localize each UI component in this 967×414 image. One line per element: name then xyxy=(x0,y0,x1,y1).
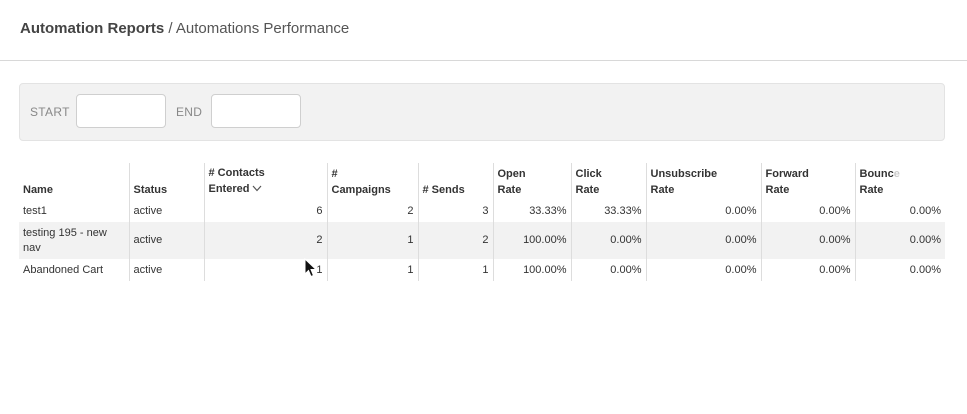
cell-status: active xyxy=(128,259,204,281)
table-header-row: Name Status # Contacts Entered # Campaigns… xyxy=(19,163,945,201)
cell-contacts-entered: 2 xyxy=(203,222,327,259)
cell-open-rate: 33.33% xyxy=(492,201,571,222)
cell-click-rate: 0.00% xyxy=(570,259,646,281)
cell-bounce-rate: 0.00% xyxy=(854,201,945,222)
cell-click-rate: 0.00% xyxy=(570,222,646,259)
cell-forward-rate: 0.00% xyxy=(760,201,855,222)
cell-name: test1 xyxy=(23,205,47,217)
cell-click-rate: 33.33% xyxy=(570,201,646,222)
cell-name: testing 195 - new nav xyxy=(19,222,129,259)
end-label: END xyxy=(176,105,203,119)
start-label: START xyxy=(30,105,70,119)
cell-unsubscribe-rate: 0.00% xyxy=(645,201,761,222)
cell-status: active xyxy=(128,201,204,222)
table-row[interactable]: Abandoned Cart active 1 1 1 100.00% 0.00… xyxy=(19,259,945,281)
cell-campaigns: 1 xyxy=(326,259,418,281)
cell-forward-rate: 0.00% xyxy=(760,259,855,281)
page-header: Automation Reports / Automations Perform… xyxy=(0,0,967,61)
column-header-contacts-entered[interactable]: # Contacts Entered xyxy=(203,163,327,201)
table-row[interactable]: test1 active 6 2 3 33.33% 33.33% 0.00% 0… xyxy=(19,201,945,222)
cell-contacts-entered: 6 xyxy=(203,201,327,222)
column-header-campaigns[interactable]: # Campaigns xyxy=(326,163,418,201)
column-header-bounce-rate[interactable]: Bounce Rate xyxy=(854,163,945,201)
column-header-name[interactable]: Name xyxy=(19,163,129,201)
breadcrumb-separator: / xyxy=(164,20,176,37)
cell-campaigns: 1 xyxy=(326,222,418,259)
column-header-sends[interactable]: # Sends xyxy=(417,163,493,201)
column-header-status[interactable]: Status xyxy=(128,163,204,201)
date-filter-bar: START END xyxy=(19,83,945,141)
cell-campaigns: 2 xyxy=(326,201,418,222)
column-header-click-rate[interactable]: Click Rate xyxy=(570,163,646,201)
automations-performance-table: Name Status # Contacts Entered # Campaigns… xyxy=(19,163,945,281)
cell-bounce-rate: 0.00% xyxy=(854,222,945,259)
cell-open-rate: 100.00% xyxy=(492,259,571,281)
column-header-unsubscribe-rate[interactable]: Unsubscribe Rate xyxy=(645,163,761,201)
end-date-input[interactable] xyxy=(211,94,301,128)
cell-unsubscribe-rate: 0.00% xyxy=(645,259,761,281)
cell-sends: 2 xyxy=(417,222,493,259)
cell-bounce-rate: 0.00% xyxy=(854,259,945,281)
cell-open-rate: 100.00% xyxy=(492,222,571,259)
cell-unsubscribe-rate: 0.00% xyxy=(645,222,761,259)
breadcrumb-current: Automations Performance xyxy=(175,20,350,37)
breadcrumb-parent-link[interactable]: Automation Reports xyxy=(20,20,164,37)
column-header-forward-rate[interactable]: Forward Rate xyxy=(760,163,855,201)
cell-status: active xyxy=(128,222,204,259)
cell-name: Abandoned Cart xyxy=(23,263,104,276)
chevron-down-icon xyxy=(252,182,262,198)
mouse-cursor-icon xyxy=(304,258,318,278)
table-row[interactable]: testing 195 - new nav active 2 1 2 100.0… xyxy=(19,222,945,259)
column-header-open-rate[interactable]: Open Rate xyxy=(492,163,571,201)
cell-sends: 1 xyxy=(417,259,493,281)
start-date-input[interactable] xyxy=(76,94,166,128)
cell-sends: 3 xyxy=(417,201,493,222)
cell-forward-rate: 0.00% xyxy=(760,222,855,259)
breadcrumb: Automation Reports / Automations Perform… xyxy=(20,20,349,37)
